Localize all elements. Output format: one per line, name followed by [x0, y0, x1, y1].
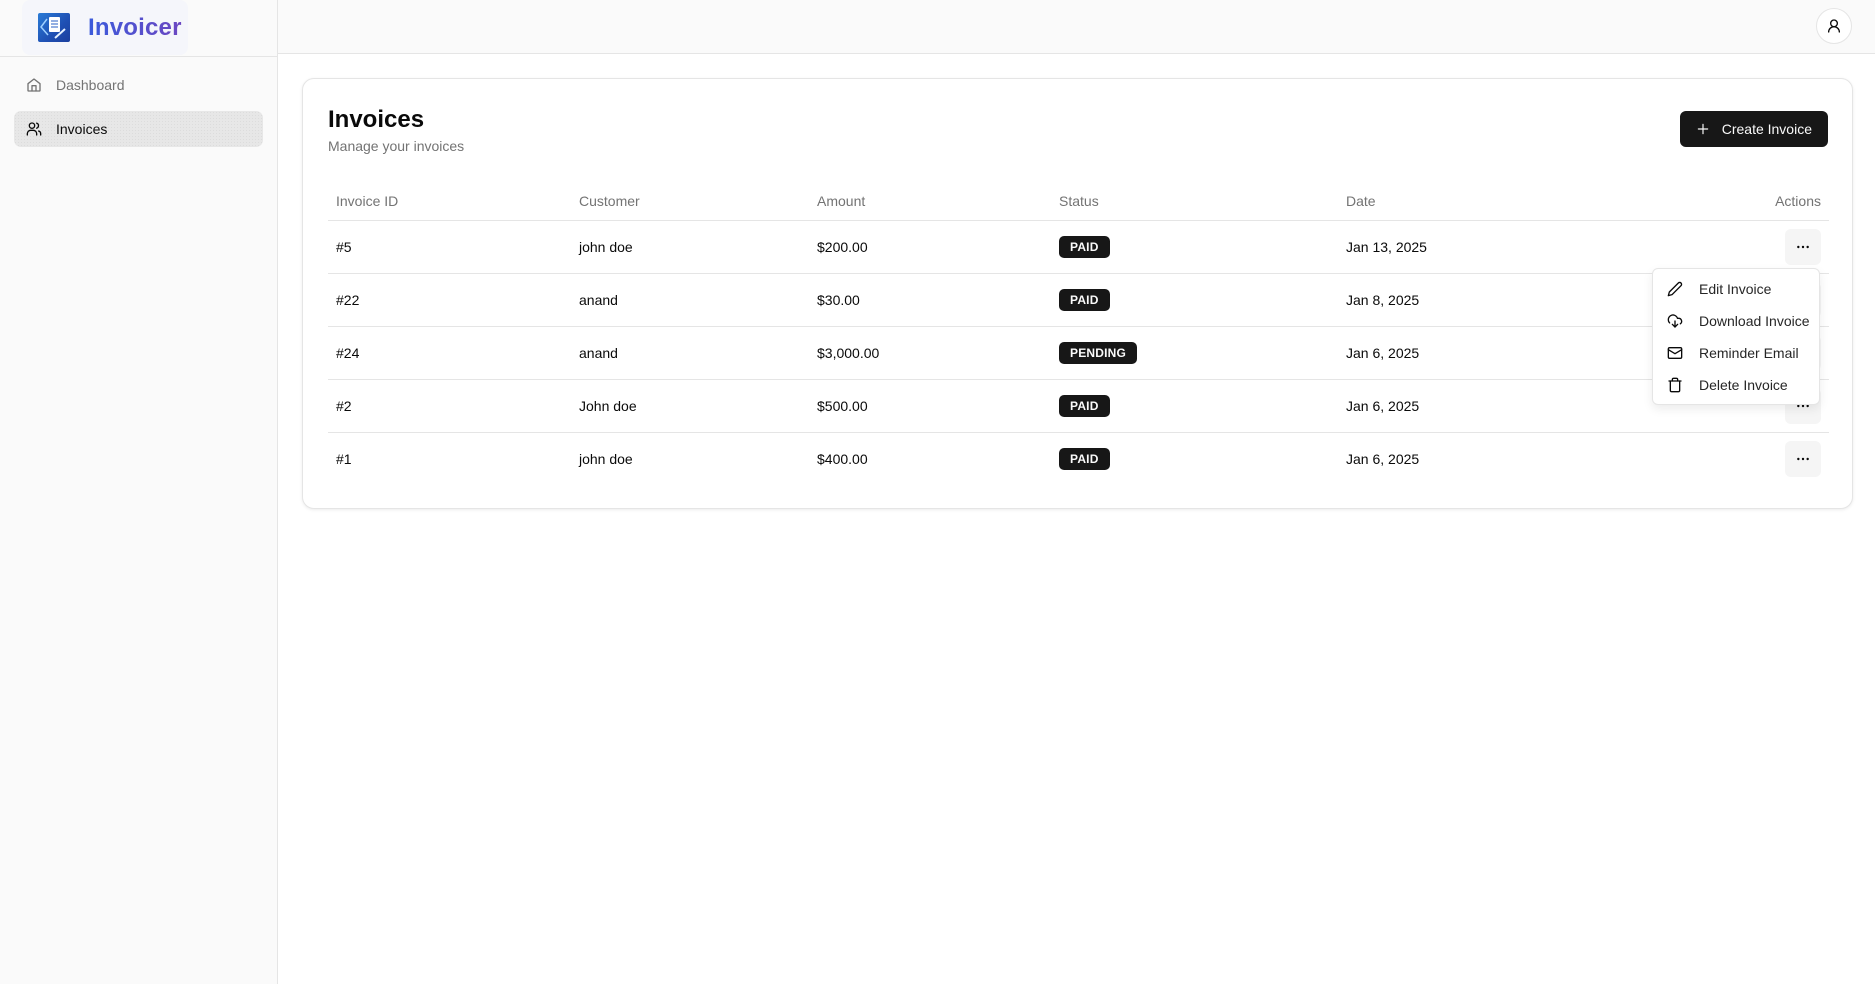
actions-cell — [1638, 220, 1829, 274]
app-name: Invoicer — [88, 13, 182, 41]
pencil-icon — [1667, 281, 1683, 297]
table-row: #5 john doe $200.00 PAID Jan 13, 2025 — [328, 220, 1829, 274]
more-horizontal-icon — [1795, 239, 1811, 255]
users-icon — [26, 121, 42, 137]
column-header-invoice-id: Invoice ID — [328, 182, 571, 221]
customer-cell: John doe — [571, 379, 809, 433]
page-title: Invoices — [328, 106, 425, 133]
page-subtitle: Manage your invoices — [328, 138, 465, 154]
cloud-download-icon — [1667, 313, 1683, 329]
invoice-logo-icon — [38, 13, 70, 42]
invoice-id-cell: #24 — [328, 326, 571, 380]
date-cell: Jan 8, 2025 — [1338, 273, 1638, 327]
status-cell: PAID — [1051, 273, 1338, 327]
top-bar — [278, 0, 1875, 54]
invoices-table: Invoice ID Customer Amount Status Date A… — [328, 182, 1829, 485]
invoice-id-cell: #1 — [336, 450, 352, 467]
more-horizontal-icon — [1795, 451, 1811, 467]
table-row: #1 john doe $400.00 PAID Jan 6, 2025 — [328, 432, 1829, 485]
menu-item-delete-invoice[interactable]: Delete Invoice — [1657, 369, 1815, 401]
actions-cell — [1638, 432, 1829, 485]
invoices-card: Invoices Manage your invoices Create Inv… — [302, 78, 1853, 509]
menu-item-edit-invoice[interactable]: Edit Invoice — [1657, 273, 1815, 305]
user-icon — [1826, 18, 1842, 34]
status-badge: PAID — [1059, 394, 1110, 417]
date-cell: Jan 6, 2025 — [1346, 450, 1420, 467]
column-header-date: Date — [1338, 182, 1638, 221]
amount-cell: $200.00 — [809, 220, 1051, 274]
customer-cell: john doe — [579, 450, 633, 467]
status-cell: PAID — [1051, 220, 1338, 274]
date-cell: Jan 13, 2025 — [1338, 220, 1638, 274]
table-row: #2 John doe $500.00 PAID Jan 6, 2025 — [328, 379, 1829, 433]
sidebar-item-label: Dashboard — [56, 77, 125, 93]
status-badge: PAID — [1059, 447, 1110, 470]
column-header-status: Status — [1051, 182, 1338, 221]
sidebar-item-dashboard[interactable]: Dashboard — [14, 67, 263, 103]
customer-cell: anand — [571, 273, 809, 327]
column-header-actions: Actions — [1638, 182, 1829, 221]
amount-cell: $500.00 — [809, 379, 1051, 433]
sidebar-item-invoices[interactable]: Invoices — [14, 111, 263, 147]
menu-item-reminder-email[interactable]: Reminder Email — [1657, 337, 1815, 369]
status-badge: PAID — [1059, 235, 1110, 258]
mail-icon — [1667, 345, 1683, 361]
menu-item-label: Download Invoice — [1699, 313, 1810, 329]
user-menu-button[interactable] — [1816, 8, 1852, 44]
sidebar: Invoicer Dashboard Invoices — [0, 0, 278, 984]
amount-cell: $30.00 — [809, 273, 1051, 327]
invoice-id-cell: #2 — [328, 379, 571, 433]
status-badge: PAID — [1059, 288, 1110, 311]
menu-item-label: Edit Invoice — [1699, 281, 1772, 297]
invoice-id-cell: #5 — [328, 220, 571, 274]
home-icon — [26, 77, 42, 93]
date-cell: Jan 6, 2025 — [1338, 326, 1638, 380]
date-cell: Jan 6, 2025 — [1338, 379, 1638, 433]
status-cell: PENDING — [1051, 326, 1338, 380]
menu-item-label: Reminder Email — [1699, 345, 1799, 361]
sidebar-nav: Dashboard Invoices — [0, 57, 277, 165]
brand-logo-link[interactable]: Invoicer — [22, 0, 188, 55]
amount-cell: $400.00 — [817, 450, 868, 467]
customer-cell: john doe — [571, 220, 809, 274]
invoice-actions-menu: Edit Invoice Download Invoice Reminder E… — [1652, 268, 1820, 405]
row-actions-button[interactable] — [1785, 228, 1821, 265]
row-actions-button[interactable] — [1785, 440, 1821, 477]
sidebar-item-label: Invoices — [56, 121, 108, 137]
status-cell: PAID — [1051, 379, 1338, 433]
column-header-customer: Customer — [571, 182, 809, 221]
trash-icon — [1667, 377, 1683, 393]
invoice-id-cell: #22 — [328, 273, 571, 327]
brand-header: Invoicer — [0, 0, 277, 57]
create-invoice-button[interactable]: Create Invoice — [1679, 111, 1828, 147]
table-header-row: Invoice ID Customer Amount Status Date A… — [328, 182, 1829, 221]
amount-cell: $3,000.00 — [809, 326, 1051, 380]
menu-item-label: Delete Invoice — [1699, 377, 1788, 393]
table-row: #22 anand $30.00 PAID Jan 8, 2025 — [328, 273, 1829, 327]
column-header-amount: Amount — [809, 182, 1051, 221]
create-invoice-label: Create Invoice — [1721, 121, 1812, 137]
table-row: #24 anand $3,000.00 PENDING Jan 6, 2025 — [328, 326, 1829, 380]
status-badge: PENDING — [1059, 341, 1138, 364]
menu-item-download-invoice[interactable]: Download Invoice — [1657, 305, 1815, 337]
plus-icon — [1696, 122, 1710, 136]
status-cell: PAID — [1051, 432, 1338, 485]
customer-cell: anand — [571, 326, 809, 380]
